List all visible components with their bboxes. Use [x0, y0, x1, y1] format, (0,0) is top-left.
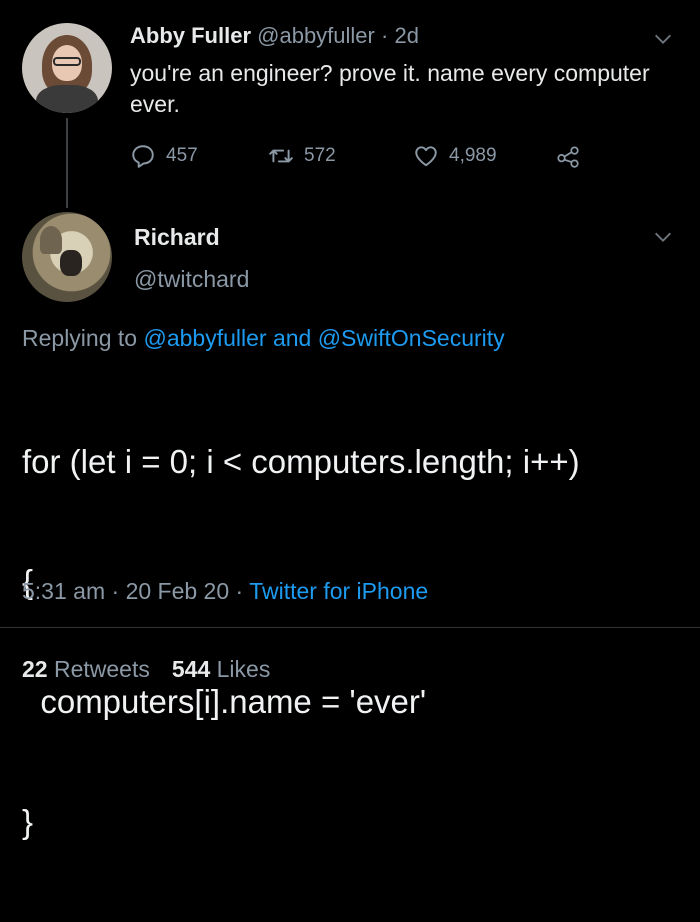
avatar-body — [36, 85, 98, 113]
parent-tweet-actions: 457 572 4,989 — [130, 143, 610, 173]
mention-swiftonsecurity[interactable]: @SwiftOnSecurity — [318, 325, 505, 351]
reply-count: 457 — [166, 145, 198, 166]
code-line: for (let i = 0; i < computers.length; i+… — [22, 443, 580, 480]
like-count: 4,989 — [449, 145, 497, 166]
parent-tweet-text: you're an engineer? prove it. name every… — [130, 60, 650, 117]
retweet-total: 22 — [22, 656, 48, 682]
replying-prefix: Replying to — [22, 325, 138, 351]
likes-stat[interactable]: 544 Likes — [172, 656, 270, 682]
reply-author-handle[interactable]: @twitchard — [134, 266, 249, 293]
retweet-icon — [269, 149, 293, 163]
thread-connector-line — [66, 118, 68, 208]
parent-time-separator: · — [381, 23, 389, 48]
mention-abbyfuller[interactable]: @abbyfuller — [143, 325, 266, 351]
likes-label: Likes — [216, 656, 271, 682]
timestamp-separator: · — [235, 578, 244, 604]
share-button[interactable] — [555, 143, 591, 169]
reply-button[interactable]: 457 — [130, 143, 198, 169]
code-line: computers[i].name = 'ever' — [22, 683, 427, 720]
code-line: } — [22, 803, 34, 840]
parent-tweet-age[interactable]: 2d — [394, 23, 418, 48]
reply-tweet-text: for (let i = 0; i < computers.length; i+… — [22, 362, 692, 922]
avatar-dog-snout — [60, 250, 82, 276]
tweet-time[interactable]: 5:31 am — [22, 578, 105, 604]
avatar-glasses — [53, 57, 81, 66]
tweet-stats: 22 Retweets 544 Likes — [22, 656, 270, 683]
parent-tweet-header: Abby Fuller @abbyfuller · 2d — [130, 23, 419, 49]
tweet-thread: Abby Fuller @abbyfuller · 2d you're an e… — [0, 0, 700, 840]
tweet-date[interactable]: 20 Feb 20 — [126, 578, 230, 604]
chevron-down-icon[interactable] — [652, 28, 674, 50]
replying-to-line: Replying to @abbyfuller and @SwiftOnSecu… — [22, 325, 505, 352]
tweet-source-link[interactable]: Twitter for iPhone — [249, 578, 428, 604]
retweet-count: 572 — [304, 145, 336, 166]
like-total: 544 — [171, 656, 211, 682]
retweet-button[interactable]: 572 — [268, 143, 336, 169]
reply-author-name[interactable]: Richard — [134, 224, 220, 251]
parent-author-handle[interactable]: @abbyfuller — [257, 23, 375, 48]
avatar-richard[interactable] — [22, 212, 112, 302]
retweets-label: Retweets — [53, 656, 150, 682]
parent-author-name[interactable]: Abby Fuller — [130, 23, 251, 48]
avatar-dog-ear — [40, 226, 62, 254]
share-icon — [557, 146, 579, 168]
tweet-timestamp: 5:31 am · 20 Feb 20 · Twitter for iPhone — [22, 578, 428, 605]
retweets-stat[interactable]: 22 Retweets — [22, 656, 150, 682]
chevron-down-icon[interactable] — [652, 226, 674, 248]
replying-and[interactable]: and — [273, 325, 311, 351]
stats-divider — [0, 627, 700, 628]
like-button[interactable]: 4,989 — [413, 143, 497, 169]
avatar-abby-fuller[interactable] — [22, 23, 112, 113]
reply-icon — [132, 145, 154, 168]
like-icon — [415, 146, 437, 167]
timestamp-separator: · — [111, 578, 120, 604]
